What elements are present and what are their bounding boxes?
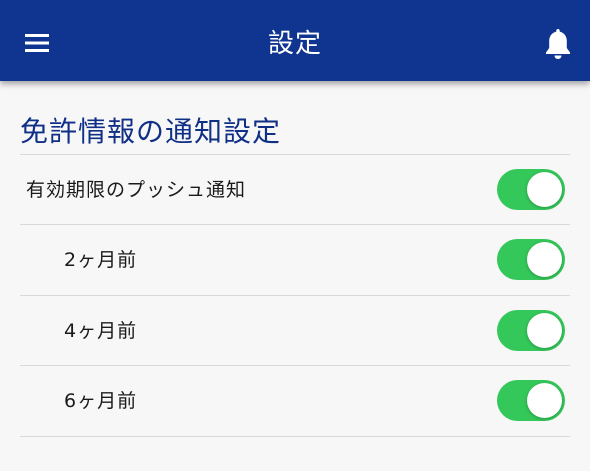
toggle-knob bbox=[527, 172, 562, 207]
notification-button[interactable] bbox=[541, 26, 575, 62]
setting-row-6-months: 6ヶ月前 bbox=[20, 366, 570, 436]
page-title: 設定 bbox=[267, 29, 322, 59]
settings-screen: 設定 免許情報の通知設定 有効期限のプッシュ通知 2ヶ月前 4ヶ月前 6ヶ月前 bbox=[0, 0, 590, 471]
setting-label: 有効期限のプッシュ通知 bbox=[26, 179, 247, 201]
two-months-toggle[interactable] bbox=[497, 239, 565, 280]
four-months-toggle[interactable] bbox=[497, 310, 565, 351]
setting-row-4-months: 4ヶ月前 bbox=[20, 296, 570, 366]
toggle-knob bbox=[527, 383, 562, 418]
divider bbox=[20, 436, 570, 437]
toggle-knob bbox=[527, 242, 562, 277]
setting-label: 6ヶ月前 bbox=[64, 390, 138, 412]
toggle-knob bbox=[527, 313, 562, 348]
menu-button[interactable] bbox=[18, 24, 56, 62]
six-months-toggle[interactable] bbox=[497, 380, 565, 421]
push-notification-toggle[interactable] bbox=[497, 169, 565, 210]
section-title: 免許情報の通知設定 bbox=[20, 115, 282, 148]
setting-row-push-expiry: 有効期限のプッシュ通知 bbox=[20, 155, 570, 225]
bell-icon bbox=[546, 29, 570, 59]
hamburger-menu-icon bbox=[25, 34, 49, 52]
app-header: 設定 bbox=[0, 0, 590, 81]
setting-label: 2ヶ月前 bbox=[64, 249, 138, 271]
setting-label: 4ヶ月前 bbox=[64, 320, 138, 342]
setting-row-2-months: 2ヶ月前 bbox=[20, 225, 570, 295]
